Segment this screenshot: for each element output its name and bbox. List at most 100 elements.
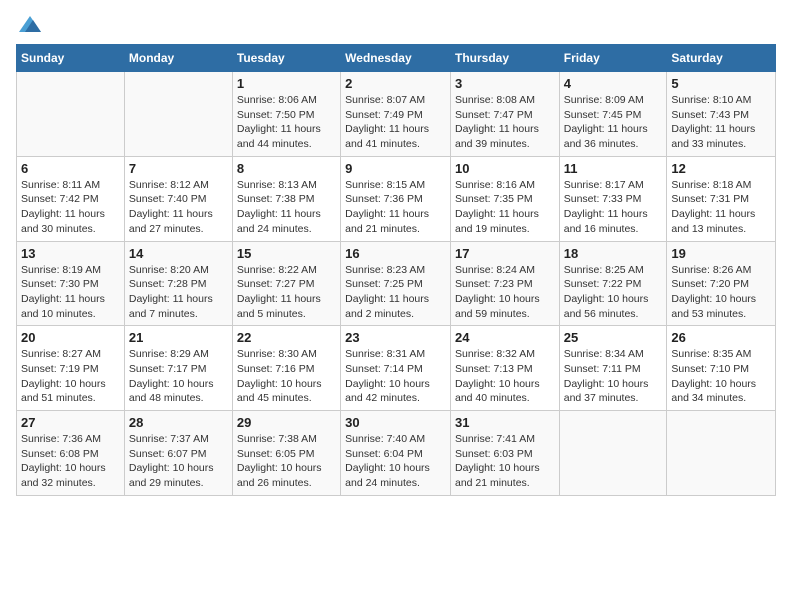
day-info: Sunrise: 8:19 AM Sunset: 7:30 PM Dayligh… [21, 263, 120, 322]
day-number: 2 [345, 76, 446, 91]
day-info: Sunrise: 8:18 AM Sunset: 7:31 PM Dayligh… [671, 178, 771, 237]
day-cell: 15 Sunrise: 8:22 AM Sunset: 7:27 PM Dayli… [232, 241, 340, 326]
day-cell: 16 Sunrise: 8:23 AM Sunset: 7:25 PM Dayli… [341, 241, 451, 326]
day-number: 21 [129, 330, 228, 345]
day-cell: 21 Sunrise: 8:29 AM Sunset: 7:17 PM Dayli… [124, 326, 232, 411]
day-info: Sunrise: 8:22 AM Sunset: 7:27 PM Dayligh… [237, 263, 336, 322]
day-info: Sunrise: 8:12 AM Sunset: 7:40 PM Dayligh… [129, 178, 228, 237]
day-cell: 5 Sunrise: 8:10 AM Sunset: 7:43 PM Daylig… [667, 72, 776, 157]
day-cell: 29 Sunrise: 7:38 AM Sunset: 6:05 PM Dayli… [232, 411, 340, 496]
day-number: 5 [671, 76, 771, 91]
day-cell: 23Sunrise: 8:31 AM Sunset: 7:14 PM Dayli… [341, 326, 451, 411]
day-number: 31 [455, 415, 555, 430]
day-cell: 2 Sunrise: 8:07 AM Sunset: 7:49 PM Daylig… [341, 72, 451, 157]
day-info: Sunrise: 8:10 AM Sunset: 7:43 PM Dayligh… [671, 93, 771, 152]
day-info: Sunrise: 8:13 AM Sunset: 7:38 PM Dayligh… [237, 178, 336, 237]
header-tuesday: Tuesday [232, 45, 340, 72]
week-row-4: 20 Sunrise: 8:27 AM Sunset: 7:19 PM Dayli… [17, 326, 776, 411]
day-number: 18 [564, 246, 663, 261]
day-number: 28 [129, 415, 228, 430]
day-number: 20 [21, 330, 120, 345]
logo [16, 16, 41, 32]
day-number: 7 [129, 161, 228, 176]
day-number: 17 [455, 246, 555, 261]
day-number: 6 [21, 161, 120, 176]
day-cell: 22 Sunrise: 8:30 AM Sunset: 7:16 PM Dayli… [232, 326, 340, 411]
day-info: Sunrise: 8:32 AM Sunset: 7:13 PM Dayligh… [455, 347, 555, 406]
day-cell: 26 Sunrise: 8:35 AM Sunset: 7:10 PM Dayli… [667, 326, 776, 411]
day-cell: 9Sunrise: 8:15 AM Sunset: 7:36 PM Daylig… [341, 156, 451, 241]
day-info: Sunrise: 8:23 AM Sunset: 7:25 PM Dayligh… [345, 263, 446, 322]
day-number: 29 [237, 415, 336, 430]
day-number: 3 [455, 76, 555, 91]
day-number: 13 [21, 246, 120, 261]
day-cell: 30 Sunrise: 7:40 AM Sunset: 6:04 PM Dayli… [341, 411, 451, 496]
week-row-1: 1 Sunrise: 8:06 AM Sunset: 7:50 PM Daylig… [17, 72, 776, 157]
day-number: 4 [564, 76, 663, 91]
day-number: 27 [21, 415, 120, 430]
day-info: Sunrise: 8:08 AM Sunset: 7:47 PM Dayligh… [455, 93, 555, 152]
day-cell [124, 72, 232, 157]
day-number: 9 [345, 161, 446, 176]
day-cell: 18 Sunrise: 8:25 AM Sunset: 7:22 PM Dayli… [559, 241, 667, 326]
day-number: 8 [237, 161, 336, 176]
day-cell [559, 411, 667, 496]
day-number: 11 [564, 161, 663, 176]
day-info: Sunrise: 8:16 AM Sunset: 7:35 PM Dayligh… [455, 178, 555, 237]
page-header [16, 16, 776, 32]
day-number: 22 [237, 330, 336, 345]
day-cell: 25 Sunrise: 8:34 AM Sunset: 7:11 PM Dayli… [559, 326, 667, 411]
day-cell: 31Sunrise: 7:41 AM Sunset: 6:03 PM Dayli… [450, 411, 559, 496]
week-row-2: 6 Sunrise: 8:11 AM Sunset: 7:42 PM Daylig… [17, 156, 776, 241]
day-number: 25 [564, 330, 663, 345]
day-number: 1 [237, 76, 336, 91]
header-saturday: Saturday [667, 45, 776, 72]
day-info: Sunrise: 7:40 AM Sunset: 6:04 PM Dayligh… [345, 432, 446, 491]
header-sunday: Sunday [17, 45, 125, 72]
day-cell: 20 Sunrise: 8:27 AM Sunset: 7:19 PM Dayli… [17, 326, 125, 411]
day-cell: 1 Sunrise: 8:06 AM Sunset: 7:50 PM Daylig… [232, 72, 340, 157]
day-info: Sunrise: 8:34 AM Sunset: 7:11 PM Dayligh… [564, 347, 663, 406]
day-info: Sunrise: 8:24 AM Sunset: 7:23 PM Dayligh… [455, 263, 555, 322]
calendar-header-row: SundayMondayTuesdayWednesdayThursdayFrid… [17, 45, 776, 72]
day-info: Sunrise: 8:25 AM Sunset: 7:22 PM Dayligh… [564, 263, 663, 322]
day-info: Sunrise: 8:11 AM Sunset: 7:42 PM Dayligh… [21, 178, 120, 237]
day-info: Sunrise: 8:07 AM Sunset: 7:49 PM Dayligh… [345, 93, 446, 152]
day-info: Sunrise: 8:17 AM Sunset: 7:33 PM Dayligh… [564, 178, 663, 237]
day-info: Sunrise: 8:09 AM Sunset: 7:45 PM Dayligh… [564, 93, 663, 152]
day-info: Sunrise: 7:38 AM Sunset: 6:05 PM Dayligh… [237, 432, 336, 491]
week-row-3: 13 Sunrise: 8:19 AM Sunset: 7:30 PM Dayli… [17, 241, 776, 326]
day-info: Sunrise: 8:35 AM Sunset: 7:10 PM Dayligh… [671, 347, 771, 406]
day-number: 10 [455, 161, 555, 176]
day-info: Sunrise: 7:36 AM Sunset: 6:08 PM Dayligh… [21, 432, 120, 491]
day-info: Sunrise: 7:37 AM Sunset: 6:07 PM Dayligh… [129, 432, 228, 491]
day-info: Sunrise: 8:06 AM Sunset: 7:50 PM Dayligh… [237, 93, 336, 152]
day-info: Sunrise: 8:27 AM Sunset: 7:19 PM Dayligh… [21, 347, 120, 406]
day-info: Sunrise: 8:26 AM Sunset: 7:20 PM Dayligh… [671, 263, 771, 322]
day-cell: 11 Sunrise: 8:17 AM Sunset: 7:33 PM Dayli… [559, 156, 667, 241]
day-number: 26 [671, 330, 771, 345]
header-friday: Friday [559, 45, 667, 72]
day-cell: 10 Sunrise: 8:16 AM Sunset: 7:35 PM Dayli… [450, 156, 559, 241]
day-info: Sunrise: 8:30 AM Sunset: 7:16 PM Dayligh… [237, 347, 336, 406]
week-row-5: 27 Sunrise: 7:36 AM Sunset: 6:08 PM Dayli… [17, 411, 776, 496]
day-cell: 6 Sunrise: 8:11 AM Sunset: 7:42 PM Daylig… [17, 156, 125, 241]
day-number: 16 [345, 246, 446, 261]
day-cell: 19Sunrise: 8:26 AM Sunset: 7:20 PM Dayli… [667, 241, 776, 326]
day-number: 30 [345, 415, 446, 430]
header-wednesday: Wednesday [341, 45, 451, 72]
day-cell: 24Sunrise: 8:32 AM Sunset: 7:13 PM Dayli… [450, 326, 559, 411]
logo-icon [19, 16, 41, 32]
day-number: 15 [237, 246, 336, 261]
day-cell: 8 Sunrise: 8:13 AM Sunset: 7:38 PM Daylig… [232, 156, 340, 241]
day-cell: 27 Sunrise: 7:36 AM Sunset: 6:08 PM Dayli… [17, 411, 125, 496]
header-thursday: Thursday [450, 45, 559, 72]
day-number: 12 [671, 161, 771, 176]
day-cell: 12 Sunrise: 8:18 AM Sunset: 7:31 PM Dayli… [667, 156, 776, 241]
day-cell: 4 Sunrise: 8:09 AM Sunset: 7:45 PM Daylig… [559, 72, 667, 157]
day-info: Sunrise: 8:29 AM Sunset: 7:17 PM Dayligh… [129, 347, 228, 406]
day-cell [667, 411, 776, 496]
day-info: Sunrise: 8:31 AM Sunset: 7:14 PM Dayligh… [345, 347, 446, 406]
day-cell: 3 Sunrise: 8:08 AM Sunset: 7:47 PM Daylig… [450, 72, 559, 157]
day-cell [17, 72, 125, 157]
